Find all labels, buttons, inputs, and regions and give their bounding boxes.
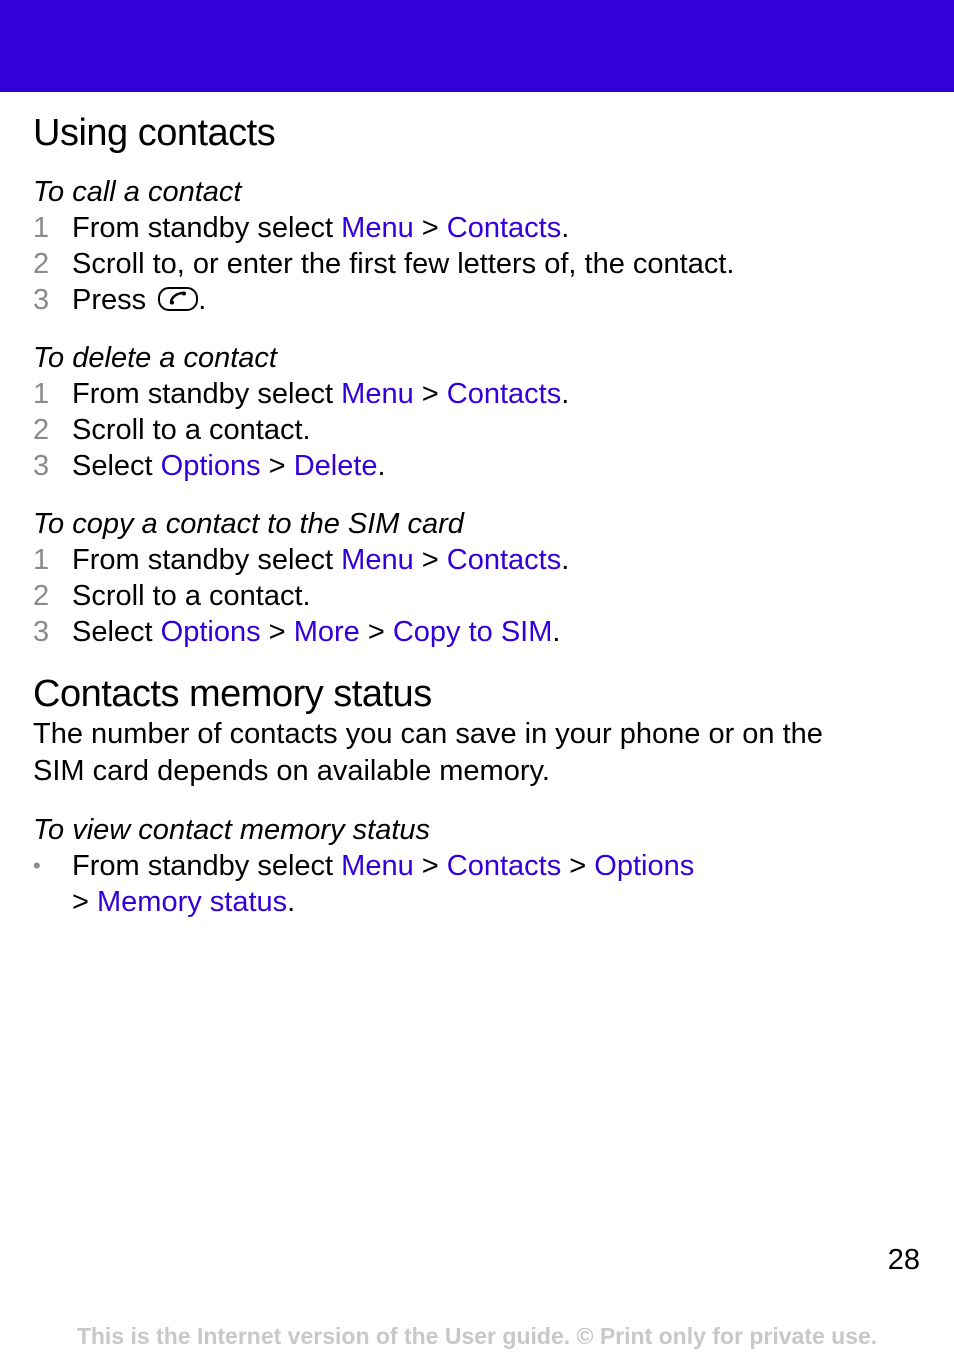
separator: > xyxy=(260,616,294,648)
period: . xyxy=(552,616,561,648)
paragraph-line: The number of contacts you can save in y… xyxy=(33,718,823,750)
procedure-title: To copy a contact to the SIM card xyxy=(33,508,464,540)
step-text: From standby select Menu > Contacts. xyxy=(72,542,569,578)
header-band xyxy=(0,0,954,92)
step-item: 3 Press . xyxy=(33,282,923,318)
step-text: From standby select Menu > Contacts. xyxy=(72,376,569,412)
step-item: 2 Scroll to a contact. xyxy=(33,578,923,614)
menu-link-options[interactable]: Options xyxy=(594,850,694,882)
step-text: > Memory status. xyxy=(72,884,295,920)
procedure-copy-to-sim: To copy a contact to the SIM card 1 From… xyxy=(33,506,923,650)
menu-link-menu[interactable]: Menu xyxy=(341,850,414,882)
step-list: 1 From standby select Menu > Contacts. 2… xyxy=(33,542,923,650)
step-text: From standby select Menu > Contacts. xyxy=(72,210,569,246)
step-item: 2 Scroll to a contact. xyxy=(33,412,923,448)
step-text-prefix: From standby select xyxy=(72,378,342,410)
procedure-view-memory-status: To view contact memory status • From sta… xyxy=(33,812,923,920)
step-text: Select Options > More > Copy to SIM. xyxy=(72,614,560,650)
menu-link-contacts[interactable]: Contacts xyxy=(447,212,561,244)
bullet-icon: • xyxy=(33,853,41,878)
menu-link-contacts[interactable]: Contacts xyxy=(447,544,561,576)
procedure-title: To delete a contact xyxy=(33,342,277,374)
step-number: 3 xyxy=(33,450,50,482)
section-title-memory-status: Contacts memory status xyxy=(33,673,432,715)
step-text: From standby select Menu > Contacts > Op… xyxy=(72,848,694,884)
menu-link-contacts[interactable]: Contacts xyxy=(447,378,561,410)
step-list: 1 From standby select Menu > Contacts. 2… xyxy=(33,210,923,318)
separator: > xyxy=(359,616,393,648)
procedure-title: To view contact memory status xyxy=(33,814,431,846)
step-number: 1 xyxy=(33,378,50,410)
step-text-prefix: Select xyxy=(72,450,161,482)
separator: > xyxy=(561,850,595,882)
page-content: Using contacts To call a contact 1 From … xyxy=(33,108,923,920)
step-text: Select Options > Delete. xyxy=(72,448,386,484)
call-key-icon xyxy=(158,287,199,311)
step-number: 2 xyxy=(33,248,50,280)
menu-link-options[interactable]: Options xyxy=(161,450,261,482)
step-text: Scroll to a contact. xyxy=(72,414,311,446)
menu-link-delete[interactable]: Delete xyxy=(294,450,378,482)
period: . xyxy=(377,450,386,482)
period: . xyxy=(561,378,570,410)
separator: > xyxy=(72,886,97,918)
step-item: 1 From standby select Menu > Contacts. xyxy=(33,376,923,412)
separator: > xyxy=(260,450,294,482)
menu-link-menu[interactable]: Menu xyxy=(341,212,414,244)
separator: > xyxy=(413,850,447,882)
step-item: 1 From standby select Menu > Contacts. xyxy=(33,210,923,246)
footer-notice: This is the Internet version of the User… xyxy=(76,1323,878,1349)
step-text-prefix: From standby select xyxy=(72,544,342,576)
period: . xyxy=(561,212,570,244)
step-text: Scroll to, or enter the first few letter… xyxy=(72,248,735,280)
step-text-prefix: From standby select xyxy=(72,850,342,882)
menu-link-copy-to-sim[interactable]: Copy to SIM xyxy=(393,616,553,648)
step-text: Scroll to a contact. xyxy=(72,580,311,612)
period: . xyxy=(287,886,296,918)
step-number: 3 xyxy=(33,284,50,316)
step-text-prefix: Select xyxy=(72,616,161,648)
bullet-item: • From standby select Menu > Contacts > … xyxy=(33,848,923,884)
menu-link-menu[interactable]: Menu xyxy=(341,378,414,410)
step-number: 2 xyxy=(33,580,50,612)
step-number: 3 xyxy=(33,616,50,648)
menu-link-memory-status[interactable]: Memory status xyxy=(97,886,287,918)
step-item: 1 From standby select Menu > Contacts. xyxy=(33,542,923,578)
step-number: 1 xyxy=(33,544,50,576)
separator: > xyxy=(413,378,447,410)
section-title-using-contacts: Using contacts xyxy=(33,112,276,154)
separator: > xyxy=(413,544,447,576)
procedure-call-contact: To call a contact 1 From standby select … xyxy=(33,174,923,318)
paragraph-line: SIM card depends on available memory. xyxy=(33,755,550,787)
menu-link-options[interactable]: Options xyxy=(161,616,261,648)
step-item: 3 Select Options > Delete. xyxy=(33,448,923,484)
step-list: 1 From standby select Menu > Contacts. 2… xyxy=(33,376,923,484)
step-text-prefix: Press xyxy=(72,284,155,316)
step-item: 3 Select Options > More > Copy to SIM. xyxy=(33,614,923,650)
procedure-delete-contact: To delete a contact 1 From standby selec… xyxy=(33,340,923,484)
menu-link-menu[interactable]: Menu xyxy=(341,544,414,576)
bullet-item-continuation: > Memory status. xyxy=(33,884,923,920)
menu-link-more[interactable]: More xyxy=(294,616,360,648)
menu-link-contacts[interactable]: Contacts xyxy=(447,850,561,882)
step-number: 2 xyxy=(33,414,50,446)
step-item: 2 Scroll to, or enter the first few lett… xyxy=(33,246,923,282)
procedure-title: To call a contact xyxy=(33,176,242,208)
step-number: 1 xyxy=(33,212,50,244)
step-text-prefix: From standby select xyxy=(72,212,342,244)
separator: > xyxy=(413,212,447,244)
step-text: Press . xyxy=(72,282,206,318)
period: . xyxy=(561,544,570,576)
page-number: 28 xyxy=(887,1244,920,1276)
period: . xyxy=(198,284,207,316)
